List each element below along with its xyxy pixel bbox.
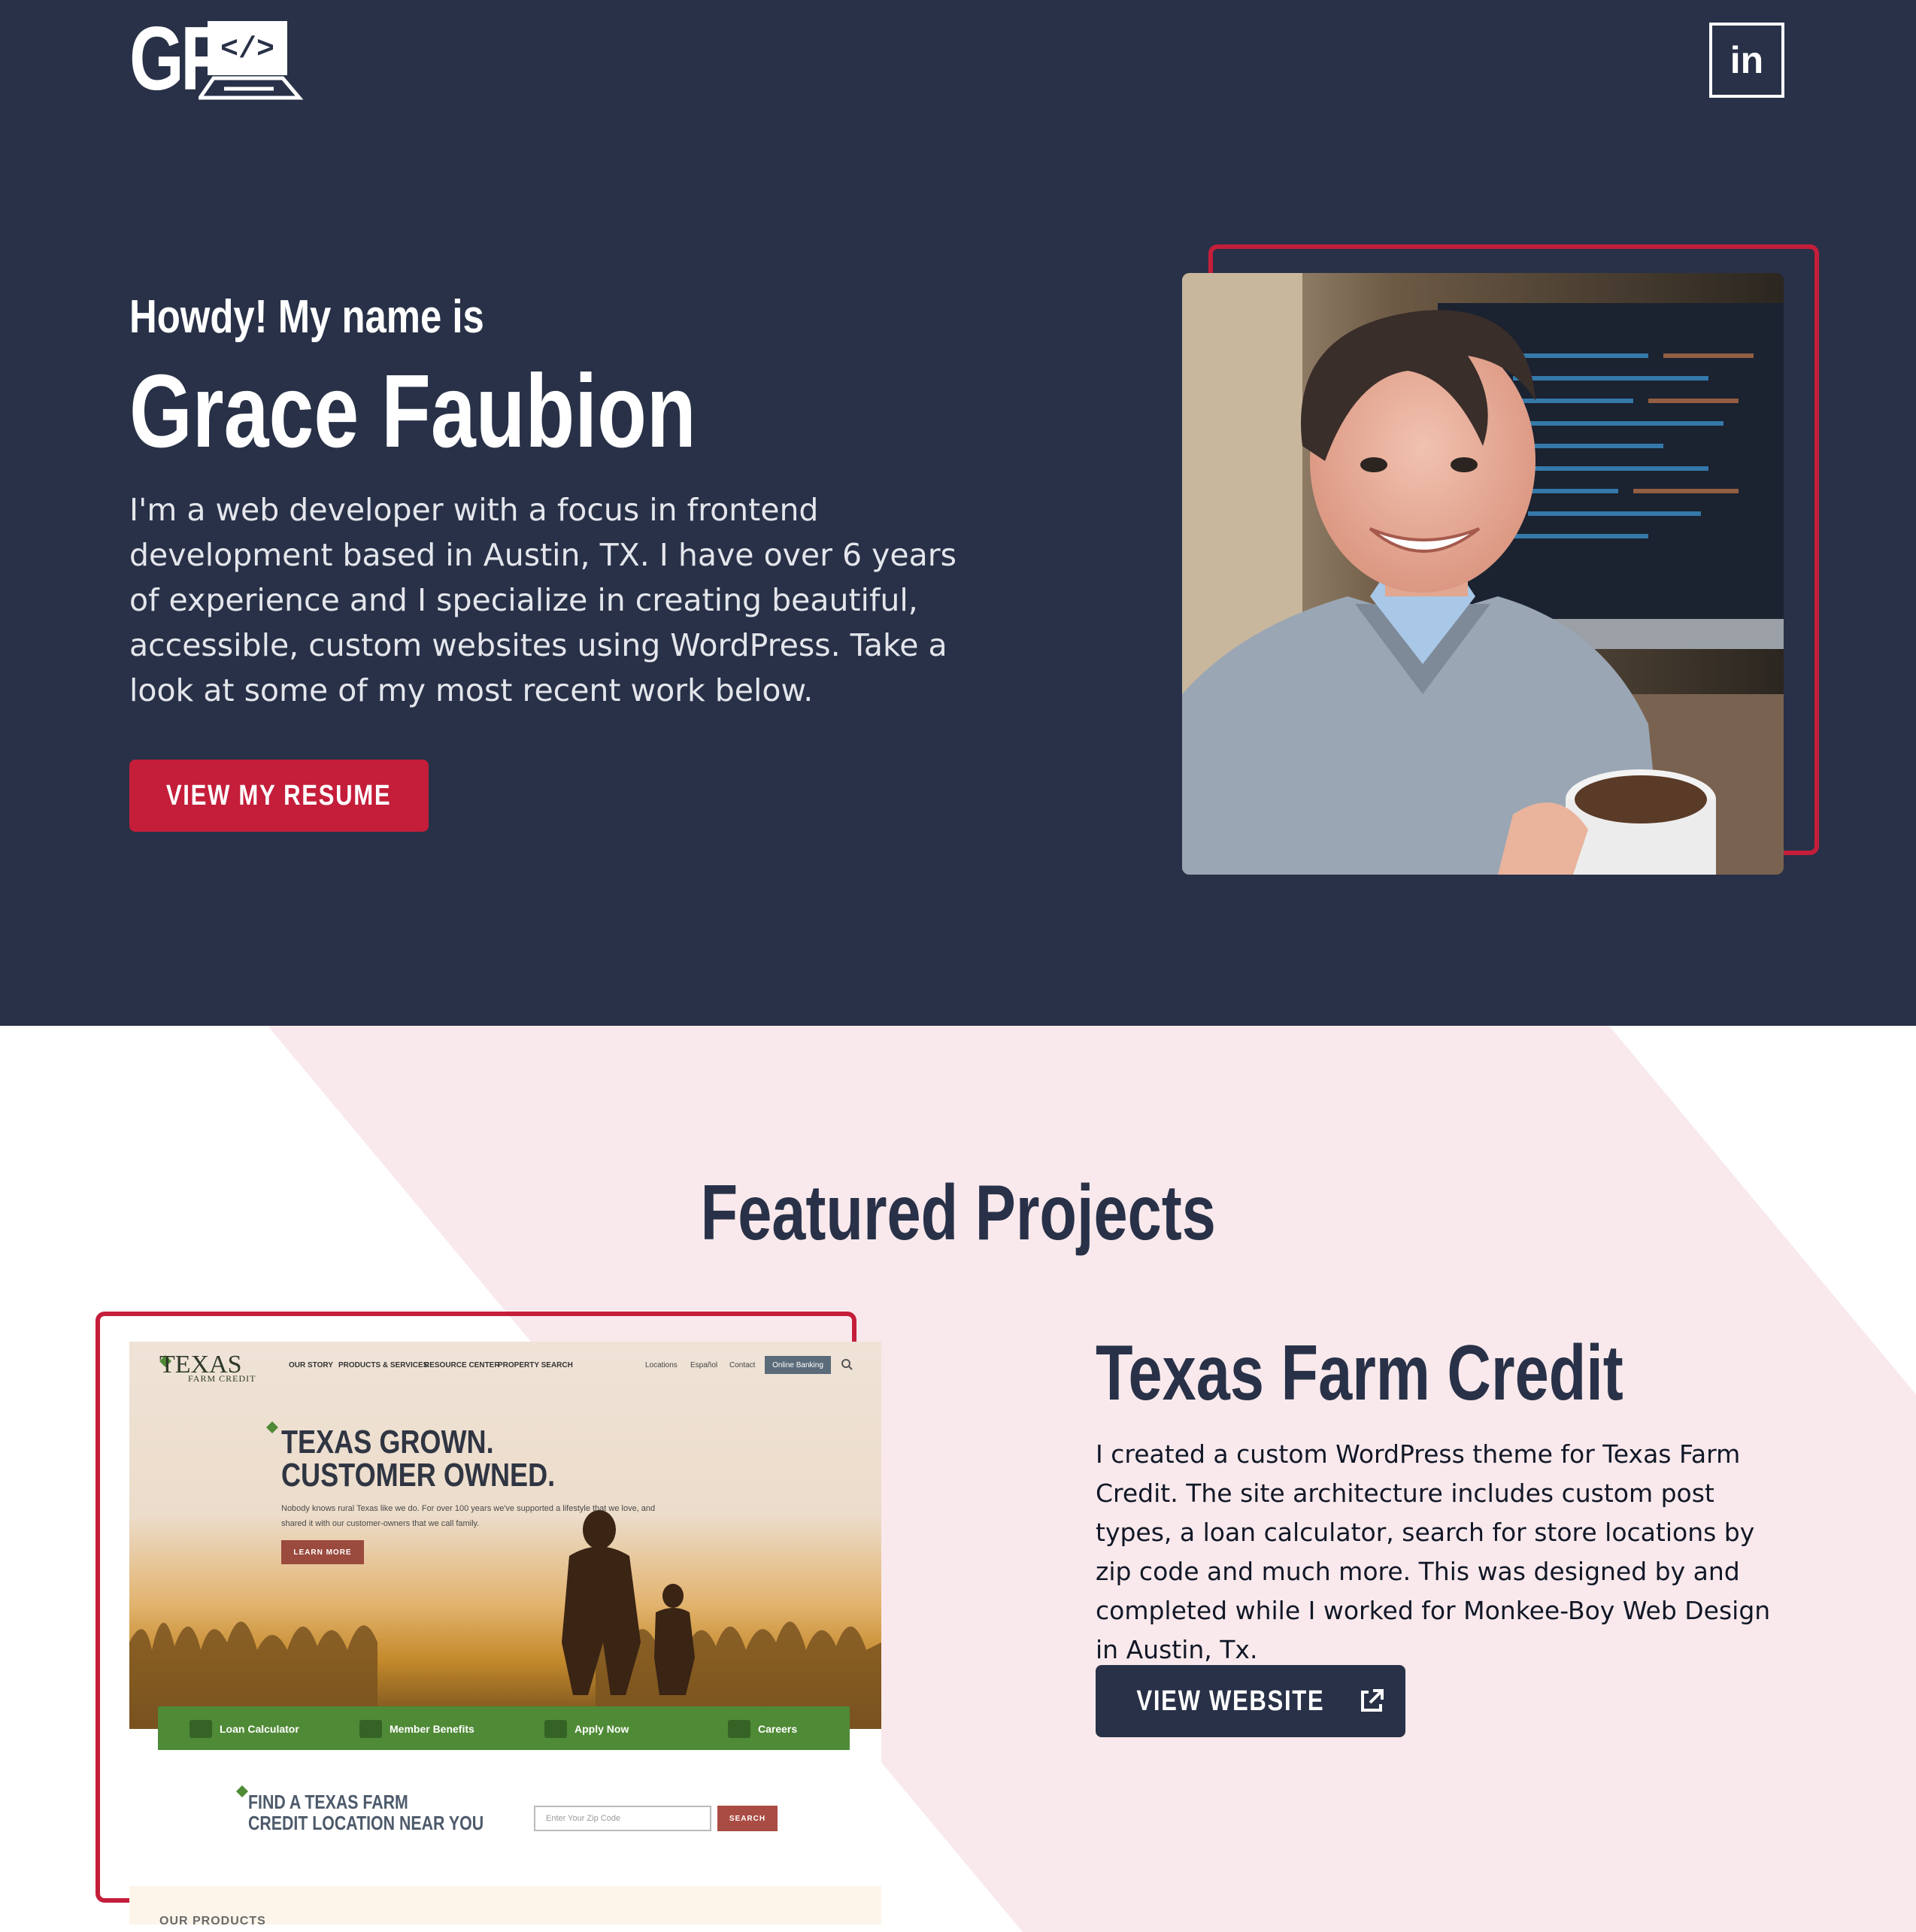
screenshot-sub: Nobody knows rural Texas like we do. For… (281, 1504, 656, 1528)
view-resume-button[interactable]: VIEW MY RESUME (129, 760, 429, 832)
screenshot-quick-link: Member Benefits (359, 1720, 474, 1738)
project-title: Texas Farm Credit (1096, 1330, 1623, 1417)
screenshot-find-1: FIND A TEXAS FARM (248, 1791, 408, 1813)
hero-intro: I'm a web developer with a focus in fron… (129, 492, 956, 708)
screenshot-nav-link: PRODUCTS & SERVICES (338, 1361, 429, 1369)
screenshot-headline-2: CUSTOMER OWNED. (281, 1457, 556, 1494)
screenshot-quick-link: Careers (728, 1720, 797, 1738)
project-description: I created a custom WordPress theme for T… (1096, 1439, 1771, 1664)
handshake-icon (544, 1720, 567, 1738)
briefcase-icon (728, 1720, 750, 1738)
screenshot-quick-link: Loan Calculator (189, 1720, 299, 1738)
project-screenshot: TEXAS FARM CREDIT OUR STORY PRODUCTS & S… (129, 1342, 881, 1924)
laptop-code-icon: </> (199, 21, 304, 100)
hero-name: Grace Faubion (129, 353, 696, 469)
screenshot-util-link: Contact (729, 1361, 756, 1369)
leaf-icon (236, 1785, 248, 1797)
linkedin-button[interactable]: in (1709, 23, 1784, 98)
screenshot-quick-link: Apply Now (544, 1720, 629, 1738)
screenshot-hero (129, 1342, 881, 1729)
portrait-illustration (1182, 273, 1784, 875)
screenshot-headline-1: TEXAS GROWN. (281, 1424, 494, 1460)
screenshot-nav-link: RESOURCE CENTER (424, 1361, 500, 1369)
calculator-icon (189, 1720, 212, 1738)
field-silhouette (129, 1510, 881, 1729)
hero-section: GF </> in Howdy! My name is Grace Faubio… (0, 0, 1916, 1026)
screenshot-util-link: Español (690, 1361, 718, 1369)
external-link-icon (1361, 1689, 1384, 1712)
featured-projects-title-text: Featured Projects (700, 1169, 1216, 1257)
screenshot-banking: Online Banking (765, 1356, 831, 1374)
screenshot-find-2: CREDIT LOCATION NEAR YOU (248, 1812, 484, 1834)
screenshot-products-strip: OUR PRODUCTS (129, 1886, 881, 1924)
view-website-button[interactable]: VIEW WEBSITE (1096, 1665, 1405, 1737)
portrait-photo (1182, 273, 1784, 875)
search-icon (841, 1359, 853, 1370)
hero-greeting: Howdy! My name is (129, 291, 484, 343)
site-logo[interactable]: GF </> (129, 14, 304, 104)
view-website-label: VIEW WEBSITE (1136, 1685, 1324, 1717)
screenshot-logo-sub: FARM CREDIT (188, 1373, 256, 1384)
leaf-icon (266, 1421, 278, 1433)
logo-code-glyph: </> (220, 33, 274, 67)
screenshot-nav: TEXAS FARM CREDIT OUR STORY PRODUCTS & S… (129, 1342, 881, 1387)
screenshot-zip-field: Enter Your Zip Code (534, 1806, 711, 1831)
featured-projects-title: Featured Projects (0, 1169, 1916, 1258)
view-resume-label: VIEW MY RESUME (166, 779, 392, 811)
people-icon (359, 1720, 382, 1738)
linkedin-icon: in (1730, 39, 1764, 81)
screenshot-nav-link: PROPERTY SEARCH (498, 1361, 573, 1369)
screenshot-find-location: FIND A TEXAS FARM CREDIT LOCATION NEAR Y… (248, 1791, 484, 1833)
screenshot-quick-links: Loan Calculator Member Benefits Apply No… (158, 1706, 850, 1750)
screenshot-learn-more: LEARN MORE (281, 1540, 364, 1564)
screenshot-headline: TEXAS GROWN. CUSTOMER OWNED. (281, 1426, 555, 1492)
screenshot-search-button: SEARCH (717, 1806, 778, 1831)
screenshot-products-label: OUR PRODUCTS (159, 1915, 266, 1924)
screenshot-util-link: Locations (645, 1361, 678, 1369)
screenshot-nav-link: OUR STORY (289, 1361, 333, 1369)
